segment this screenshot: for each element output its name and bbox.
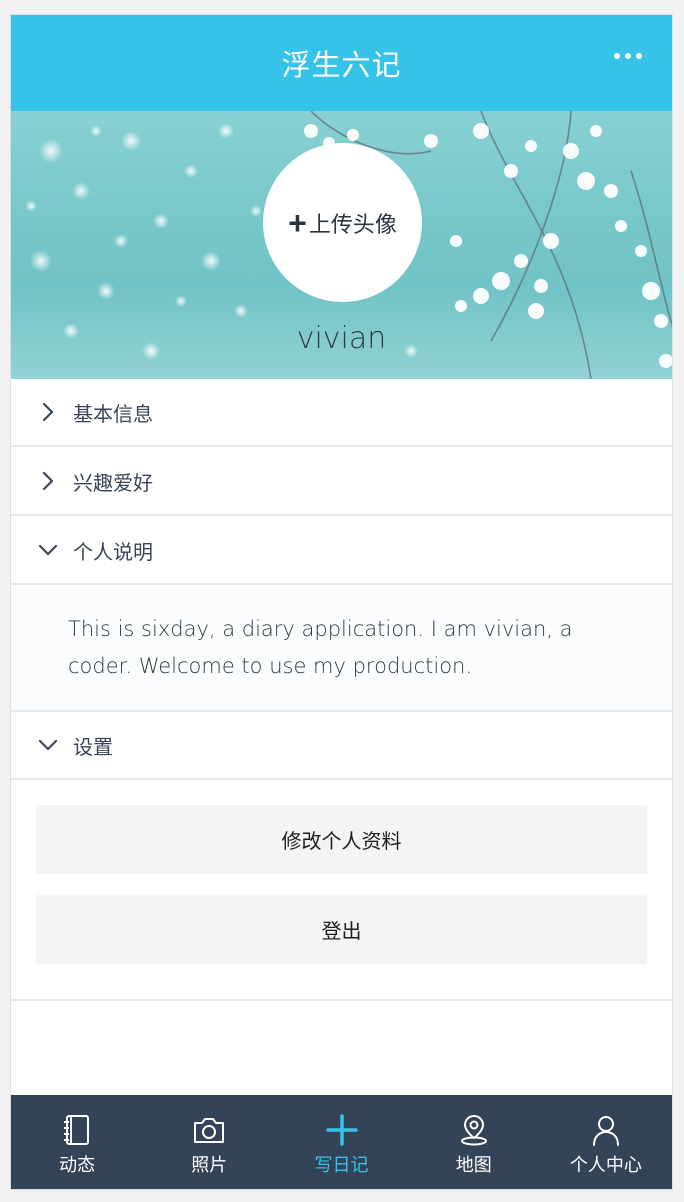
upload-avatar-label: 上传头像 — [308, 211, 397, 237]
tab-photos[interactable]: 照片 — [143, 1095, 275, 1189]
tab-profile[interactable]: 个人中心 — [540, 1095, 672, 1189]
section-hobbies[interactable]: 兴趣爱好 — [11, 448, 672, 516]
camera-icon — [194, 1118, 225, 1143]
section-label: 基本信息 — [73, 403, 153, 426]
app-screen: 浮生六记 + 上传头像 vivian 基本信息 兴趣爱好 个人说明 This i… — [10, 14, 673, 1190]
bottom-tab-bar: 动态 照片 写日记 地图 个人中心 — [11, 1095, 672, 1189]
chevron-down-icon — [38, 544, 58, 556]
tab-feed[interactable]: 动态 — [11, 1095, 143, 1189]
notebook-icon — [64, 1115, 90, 1145]
settings-panel: 修改个人资料 登出 — [11, 780, 672, 1001]
tab-label: 动态 — [59, 1155, 96, 1175]
plus-icon: + — [288, 204, 307, 241]
description-panel: This is sixday, a diary application. I a… — [11, 585, 672, 712]
section-settings[interactable]: 设置 — [11, 712, 672, 780]
tab-label: 地图 — [455, 1155, 492, 1175]
user-icon — [592, 1116, 619, 1146]
chevron-right-icon — [42, 402, 54, 422]
edit-profile-button[interactable]: 修改个人资料 — [36, 805, 647, 874]
chevron-down-icon — [38, 739, 58, 751]
tab-label: 照片 — [191, 1155, 228, 1175]
tab-label: 个人中心 — [569, 1155, 642, 1175]
chevron-right-icon — [42, 471, 54, 491]
tab-write-diary[interactable]: 写日记 — [275, 1095, 407, 1189]
logout-button[interactable]: 登出 — [36, 895, 647, 964]
upload-avatar-button[interactable]: + 上传头像 — [263, 143, 422, 302]
tab-map[interactable]: 地图 — [408, 1095, 540, 1189]
section-description[interactable]: 个人说明 — [11, 517, 672, 585]
username: vivian — [296, 321, 387, 356]
top-bar: 浮生六记 — [11, 15, 672, 111]
tab-label: 写日记 — [314, 1155, 369, 1175]
map-pin-icon — [460, 1114, 487, 1146]
section-label: 兴趣爱好 — [73, 472, 153, 495]
app-title: 浮生六记 — [281, 50, 402, 82]
section-label: 设置 — [73, 736, 113, 759]
more-dots-icon[interactable] — [614, 53, 642, 59]
section-basic-info[interactable]: 基本信息 — [11, 379, 672, 447]
section-label: 个人说明 — [73, 541, 153, 564]
profile-banner: + 上传头像 vivian — [11, 111, 672, 379]
description-text: This is sixday, a diary application. I a… — [68, 617, 573, 678]
plus-icon — [325, 1114, 358, 1146]
